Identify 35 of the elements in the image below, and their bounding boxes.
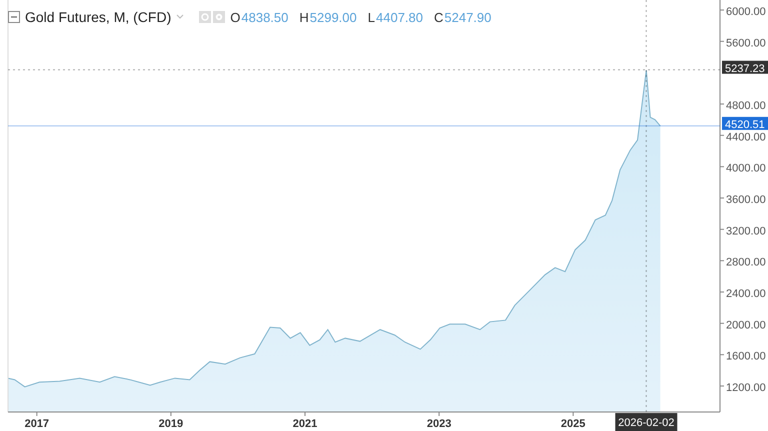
- date-tag: 2026-02-02: [615, 413, 678, 431]
- ohlc-label: L: [368, 10, 375, 24]
- x-axis-label: 2021: [292, 418, 318, 430]
- y-axis-label: 2800.00: [726, 256, 766, 269]
- y-axis-label: 4800.00: [726, 100, 766, 112]
- x-axis-label: 2017: [24, 418, 50, 430]
- ohlc-value: 4838.50: [241, 10, 288, 24]
- price-tag: 4520.51: [722, 116, 768, 131]
- chart-title: Gold Futures, M, (CFD): [25, 9, 172, 25]
- ohlc-label: O: [230, 10, 240, 24]
- ohlc-label: H: [299, 10, 309, 24]
- y-axis-label: 1200.00: [726, 382, 766, 394]
- y-axis-label: 5600.00: [726, 37, 766, 50]
- ref-line-label: 4520.51: [725, 118, 765, 131]
- y-axis-label: 4400.00: [726, 131, 766, 144]
- y-axis-label: 3200.00: [726, 225, 766, 238]
- y-axis-label: 2400.00: [726, 288, 766, 300]
- ohlc-label: C: [434, 10, 444, 24]
- settings-icon[interactable]: [213, 11, 226, 23]
- ohlc-value: 5247.90: [444, 10, 492, 24]
- ref-line-label: 2026-02-02: [618, 417, 674, 429]
- y-axis-label: 6000.00: [726, 6, 766, 18]
- x-axis-label: 2019: [158, 418, 184, 430]
- y-axis-label: 4000.00: [726, 162, 766, 175]
- caret-icon[interactable]: [176, 14, 184, 20]
- ohlc-value: 5299.00: [310, 10, 357, 24]
- y-axis-label: 1600.00: [726, 350, 766, 363]
- ohlc-value: 4407.80: [376, 10, 423, 24]
- y-axis-label: 2000.00: [726, 319, 766, 332]
- x-axis-label: 2025: [560, 418, 586, 430]
- y-axis-label: 3600.00: [726, 194, 766, 206]
- x-axis-label: 2023: [426, 418, 452, 430]
- price-tag: 5237.23: [722, 60, 768, 75]
- collapse-icon[interactable]: [8, 11, 20, 23]
- ref-line-label: 5237.23: [725, 62, 765, 75]
